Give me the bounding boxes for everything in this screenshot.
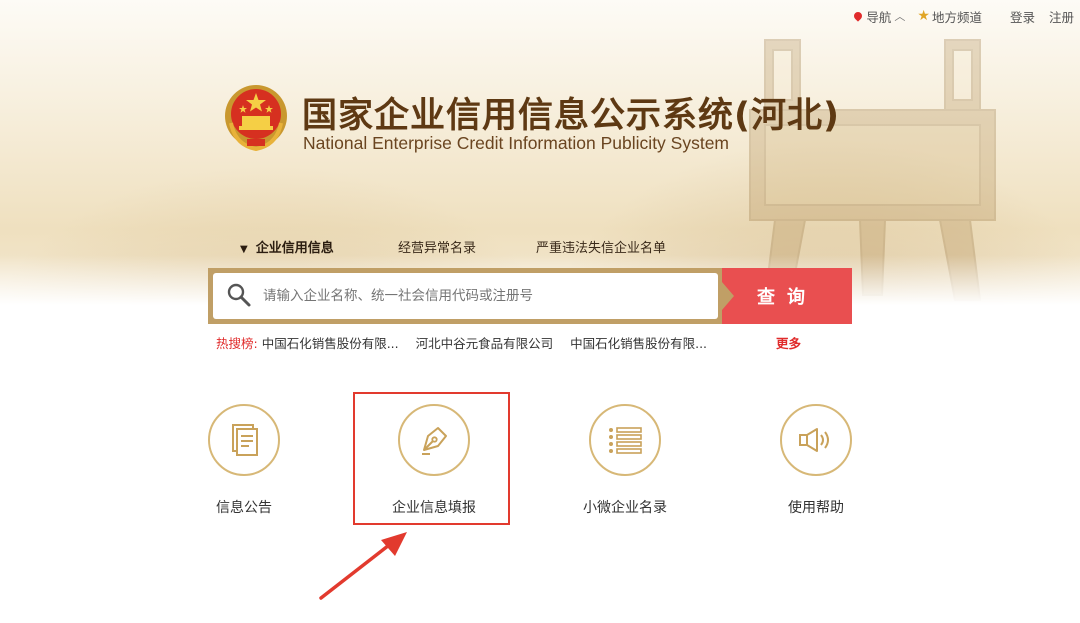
hot-search-item[interactable]: 中国石化销售股份有限... — [262, 336, 399, 351]
hot-search-more-link[interactable]: 更多 — [776, 333, 801, 352]
site-title: 国家企业信用信息公示系统(河北) — [302, 96, 840, 136]
tab-serious-violation-list[interactable]: 严重违法失信企业名单 — [536, 237, 666, 256]
search-icon — [227, 283, 251, 307]
document-icon — [232, 424, 258, 456]
tab-abnormal-list[interactable]: 经营异常名录 — [398, 237, 476, 256]
nav-local-channel[interactable]: ★ 地方频道 — [917, 7, 982, 26]
speaker-icon — [799, 428, 829, 452]
star-icon: ★ — [917, 8, 930, 24]
search-box — [208, 268, 728, 324]
navigation-label: 导航 — [866, 9, 892, 25]
hot-search: 热搜榜: 中国石化销售股份有限... 河北中谷元食品有限公司 中国石化销售股份有… — [216, 333, 720, 352]
hot-search-label: 热搜榜: — [216, 336, 258, 351]
annotation-arrow-icon — [319, 532, 407, 600]
search-input[interactable] — [261, 287, 705, 305]
service-small-micro-list[interactable]: 小微企业名录 — [575, 404, 675, 517]
service-info-notice[interactable]: 信息公告 — [194, 404, 294, 517]
tab-enterprise-credit[interactable]: ▼ 企业信用信息 — [240, 237, 334, 256]
location-pin-icon — [852, 10, 865, 22]
tab-label: 企业信用信息 — [255, 241, 334, 256]
highlight-box — [353, 392, 510, 525]
register-link[interactable]: 注册 — [1049, 7, 1074, 26]
chevron-up-icon: ︿ — [894, 10, 906, 23]
search-button-label: 查询 — [757, 287, 817, 308]
service-label: 使用帮助 — [788, 500, 844, 516]
national-emblem-icon — [225, 85, 287, 152]
search-button[interactable]: 查询 — [722, 268, 852, 324]
list-icon — [609, 427, 642, 454]
hot-search-item[interactable]: 河北中谷元食品有限公司 — [416, 336, 554, 351]
hot-search-item[interactable]: 中国石化销售股份有限... — [570, 336, 707, 351]
caret-down-icon: ▼ — [240, 244, 248, 255]
nav-navigation[interactable]: 导航 ︿ — [852, 7, 906, 26]
service-help[interactable]: 使用帮助 — [766, 404, 866, 517]
site-subtitle: National Enterprise Credit Information P… — [303, 133, 730, 153]
top-nav: 导航 ︿ ★ 地方频道 登录 注册 — [842, 7, 1074, 25]
login-link[interactable]: 登录 — [1010, 7, 1035, 26]
service-label: 小微企业名录 — [583, 500, 667, 516]
local-channel-label: 地方频道 — [931, 9, 982, 25]
service-label: 信息公告 — [216, 500, 272, 516]
